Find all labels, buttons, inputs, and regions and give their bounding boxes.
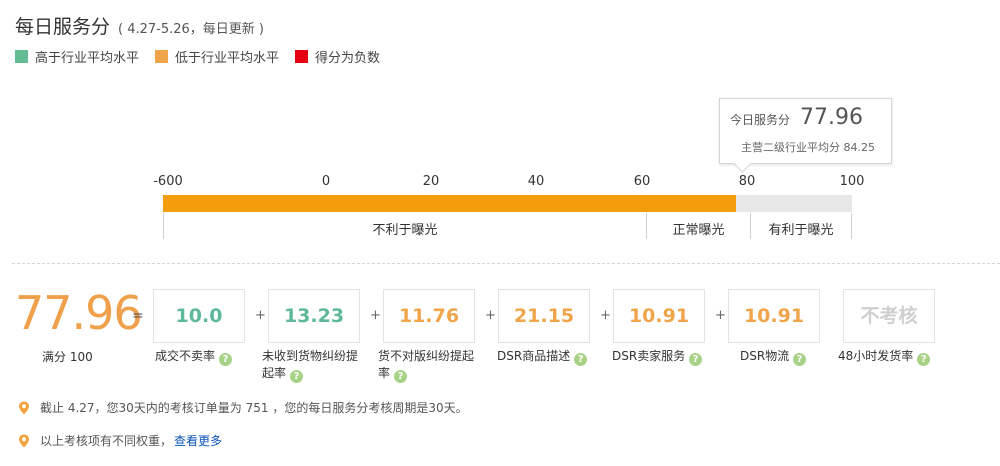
component-label-not-received: 未收到货物纠纷提 起率? <box>262 348 374 383</box>
plus-sign: + <box>600 308 611 323</box>
help-icon[interactable]: ? <box>574 353 588 366</box>
component-label-not-as-described: 货不对版纠纷提起 率? <box>378 348 488 383</box>
equals-sign: = <box>132 308 144 324</box>
score-progress-bar <box>163 195 852 212</box>
component-box-dsr-logistics: 10.91 <box>728 289 820 343</box>
tooltip-today-label: 今日服务分 <box>730 113 791 127</box>
plus-sign: + <box>255 308 266 323</box>
zone-normal: 正常曝光 <box>646 213 750 239</box>
legend-label-negative: 得分为负数 <box>315 51 381 66</box>
help-icon[interactable]: ? <box>394 370 408 383</box>
component-box-sell-through: 10.0 <box>153 289 245 343</box>
tick-label: -600 <box>153 174 183 189</box>
page-title-text: 每日服务分 <box>15 16 111 38</box>
tick-label: 0 <box>321 174 331 189</box>
score-tooltip: 今日服务分 77.96 主营二级行业平均分 84.25 <box>719 98 892 173</box>
page-title: 每日服务分 ( 4.27-5.26，每日更新 ) <box>15 12 264 39</box>
component-label-text: 起率 <box>262 366 287 380</box>
component-label-text: 货不对版纠纷提起 <box>378 349 475 363</box>
legend-item-below: 低于行业平均水平 <box>155 47 279 66</box>
tick-label: 20 <box>422 174 440 189</box>
tick-label: 100 <box>839 174 865 189</box>
tick-label: 40 <box>527 174 545 189</box>
help-icon[interactable]: ? <box>219 353 233 366</box>
period-text: ( 4.27-5.26，每日更新 ) <box>118 22 265 37</box>
note-text: 以上考核项有不同权重， <box>40 434 173 448</box>
legend-swatch-red <box>295 50 309 63</box>
component-box-dsr-description: 21.15 <box>498 289 590 343</box>
help-icon[interactable]: ? <box>917 353 931 366</box>
tooltip-industry-value: 84.25 <box>843 141 876 154</box>
section-divider <box>12 263 1000 264</box>
help-icon[interactable]: ? <box>689 353 703 366</box>
plus-sign: + <box>715 308 726 323</box>
component-box-dsr-service: 10.91 <box>613 289 705 343</box>
component-label-text: 成交不卖率 <box>155 349 216 363</box>
location-pin-icon <box>19 434 29 447</box>
component-label-sell-through: 成交不卖率? <box>155 348 233 366</box>
component-box-not-received: 13.23 <box>268 289 360 343</box>
legend-label-below: 低于行业平均水平 <box>175 51 280 66</box>
component-label-text: DSR卖家服务 <box>612 349 686 363</box>
plus-sign: + <box>370 308 381 323</box>
tooltip-today-row: 今日服务分 77.96 <box>730 105 863 130</box>
total-score: 77.96 <box>15 286 143 340</box>
note-weights: 以上考核项有不同权重， 查看更多 <box>17 432 222 449</box>
component-label-text: 48小时发货率 <box>838 349 914 363</box>
tooltip-today-value: 77.96 <box>800 105 863 130</box>
zone-favorable: 有利于曝光 <box>750 213 852 239</box>
help-icon[interactable]: ? <box>793 353 807 366</box>
legend: 高于行业平均水平 低于行业平均水平 得分为负数 <box>15 47 396 66</box>
legend-swatch-green <box>15 50 28 63</box>
component-label-text: 率 <box>378 366 391 380</box>
help-icon[interactable]: ? <box>290 370 304 383</box>
location-pin-icon <box>19 401 29 414</box>
tick-label: 80 <box>738 174 756 189</box>
score-progress-fill <box>163 195 737 212</box>
component-label-dsr-description: DSR商品描述? <box>497 348 588 366</box>
component-box-not-as-described: 11.76 <box>383 289 475 343</box>
tick-label: 60 <box>633 174 651 189</box>
view-more-link[interactable]: 查看更多 <box>174 432 222 449</box>
note-order-count: 截止 4.27，您30天内的考核订单量为 751 ，您的每日服务分考核周期是30… <box>17 399 468 416</box>
component-label-dsr-logistics: DSR物流? <box>740 348 807 366</box>
component-label-48h-ship: 48小时发货率? <box>838 348 931 366</box>
tooltip-industry-label: 主营二级行业平均分 <box>741 141 840 154</box>
legend-swatch-orange <box>155 50 169 63</box>
legend-label-above: 高于行业平均水平 <box>35 51 140 66</box>
component-box-48h-ship: 不考核 <box>843 289 935 343</box>
full-score-label: 满分 100 <box>42 350 93 364</box>
tooltip-caret <box>733 154 752 173</box>
legend-item-negative: 得分为负数 <box>295 47 380 66</box>
component-label-text: DSR物流 <box>740 349 790 363</box>
component-label-text: 未收到货物纠纷提 <box>262 349 359 363</box>
plus-sign: + <box>485 308 496 323</box>
component-label-text: DSR商品描述 <box>497 349 571 363</box>
note-text: 截止 4.27，您30天内的考核订单量为 751 ，您的每日服务分考核周期是30… <box>40 401 468 415</box>
zone-unfavorable: 不利于曝光 <box>163 213 646 239</box>
tooltip-industry-row: 主营二级行业平均分 84.25 <box>741 139 875 155</box>
legend-item-above: 高于行业平均水平 <box>15 47 139 66</box>
component-label-dsr-service: DSR卖家服务? <box>612 348 703 366</box>
